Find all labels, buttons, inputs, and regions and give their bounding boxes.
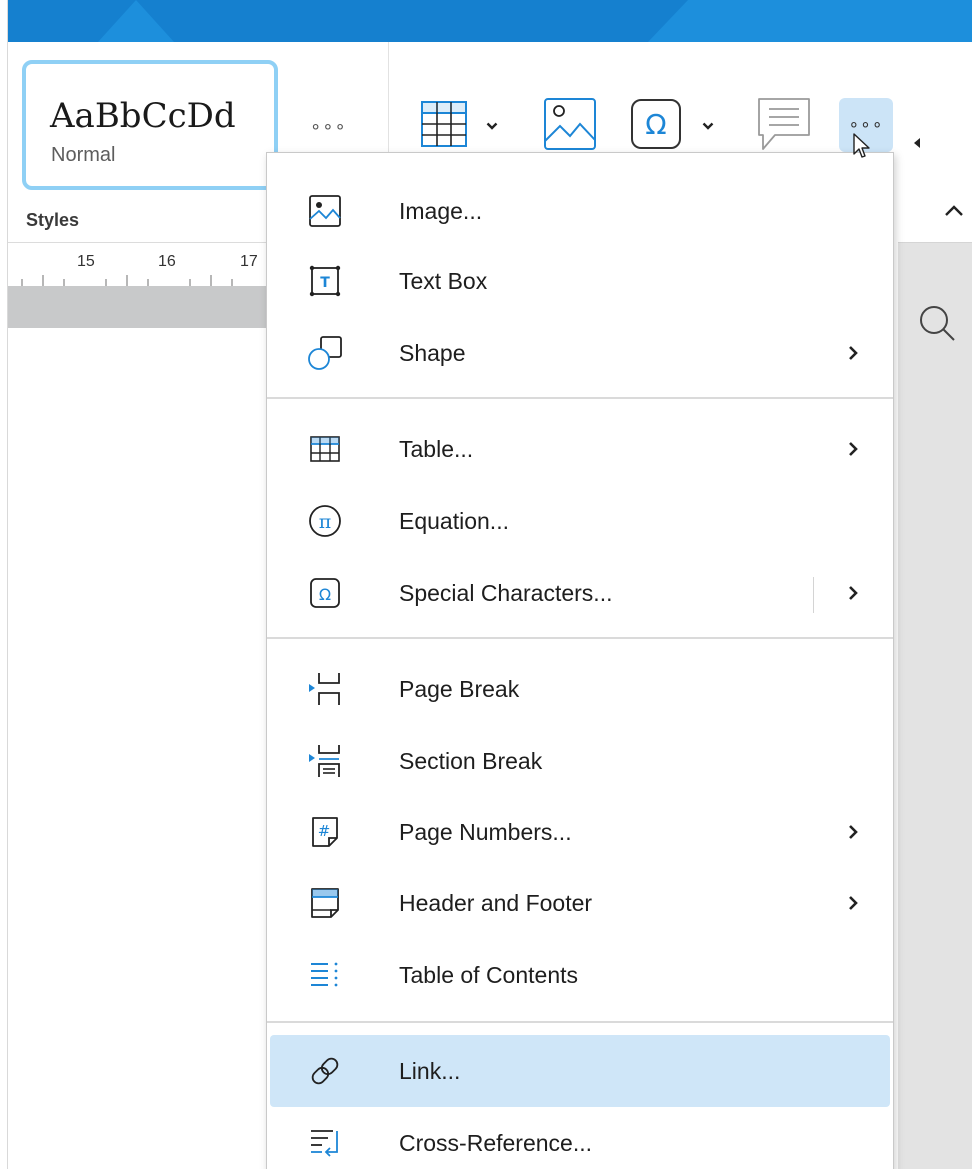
split-button-divider [813,577,814,613]
menu-item-label: Table of Contents [399,961,579,988]
link-icon [307,1053,343,1089]
ruler-ticks [21,275,233,287]
menu-item-label: Text Box [399,267,488,294]
menu-item-text-box[interactable]: T Text Box [267,245,893,317]
page-margin-band [8,286,270,328]
table-icon [421,101,467,147]
insert-table-button[interactable] [416,96,472,152]
toc-icon [307,957,343,993]
side-pane [898,242,972,1169]
section-break-icon [307,743,343,779]
menu-item-label: Cross-Reference... [399,1129,593,1156]
menu-item-label: Table... [399,435,474,462]
horizontal-ruler: 15 16 17 [8,242,270,287]
search-icon[interactable] [916,302,958,344]
chevron-right-icon [849,346,858,360]
pi-icon: π [307,503,343,539]
cross-reference-icon [307,1125,343,1161]
svg-text:Ω: Ω [645,108,666,141]
menu-item-shape[interactable]: Shape [267,317,893,389]
comment-icon [758,98,810,150]
ruler-label: 16 [158,253,176,270]
menu-item-label: Page Numbers... [399,818,572,845]
title-bar [8,0,972,42]
chevron-right-icon [849,825,858,839]
window-left-border [0,0,8,1169]
insert-symbol-button[interactable]: Ω [628,96,684,152]
title-decoration [98,0,174,42]
table-icon [307,431,343,467]
side-pane-border [898,242,972,243]
style-name: Normal [51,144,116,166]
page-break-icon [307,671,343,707]
ribbon-scroll-arrow[interactable] [914,138,920,148]
menu-item-label: Page Break [399,675,520,702]
menu-item-label: Link... [399,1057,461,1084]
chevron-down-icon[interactable] [702,120,714,132]
menu-item-label: Header and Footer [399,889,593,916]
insert-comment-button[interactable] [754,94,814,154]
text-box-icon: T [307,263,343,299]
style-normal-card[interactable]: AaBbCcDd Normal [22,60,278,190]
mouse-cursor-icon [853,133,870,158]
insert-more-menu: Image... T Text Box Shape Table... π Equ… [266,152,894,1169]
menu-item-header-footer[interactable]: Header and Footer [267,867,893,939]
chevron-up-icon[interactable] [944,204,964,218]
menu-item-page-numbers[interactable]: # Page Numbers... [267,796,893,868]
ruler-label: 15 [77,253,95,270]
omega-icon: Ω [631,99,681,149]
menu-separator [267,637,893,639]
menu-item-label: Section Break [399,747,543,774]
menu-item-label: Equation... [399,507,509,534]
styles-more-button[interactable]: ∘∘∘ [310,116,347,137]
svg-text:#: # [318,822,331,840]
menu-item-table[interactable]: Table... [267,413,893,485]
app-window: AaBbCcDd Normal ∘∘∘ Styles Ω ∘∘∘ 15 16 1… [0,0,972,1169]
insert-image-button[interactable] [540,94,600,154]
styles-group-label: Styles [26,210,80,230]
menu-item-link[interactable]: Link... [270,1035,890,1107]
menu-item-page-break[interactable]: Page Break [267,653,893,725]
menu-item-special-characters[interactable]: Ω Special Characters... [267,557,893,629]
menu-item-equation[interactable]: π Equation... [267,485,893,557]
menu-separator [267,397,893,399]
header-footer-icon [307,885,343,921]
ruler-label: 17 [240,253,258,270]
menu-item-label: Special Characters... [399,579,613,606]
menu-item-label: Image... [399,197,483,224]
svg-text:π: π [319,511,332,533]
menu-item-table-of-contents[interactable]: Table of Contents [267,939,893,1011]
chevron-down-icon[interactable] [486,120,498,132]
page-numbers-icon: # [307,814,343,850]
title-decoration [648,0,972,42]
menu-separator [267,1021,893,1023]
chevron-right-icon [849,896,858,910]
menu-item-section-break[interactable]: Section Break [267,725,893,797]
menu-item-cross-reference[interactable]: Cross-Reference... [267,1107,893,1169]
svg-text:Ω: Ω [319,585,331,604]
menu-item-label: Shape [399,339,466,366]
omega-icon: Ω [307,575,343,611]
image-icon [307,193,343,229]
chevron-right-icon [849,442,858,456]
shape-icon [307,335,343,371]
chevron-right-icon[interactable] [845,585,861,601]
menu-item-image[interactable]: Image... [267,175,893,247]
svg-text:T: T [320,275,330,291]
style-sample-text: AaBbCcDd [50,96,236,136]
image-icon [544,98,596,150]
